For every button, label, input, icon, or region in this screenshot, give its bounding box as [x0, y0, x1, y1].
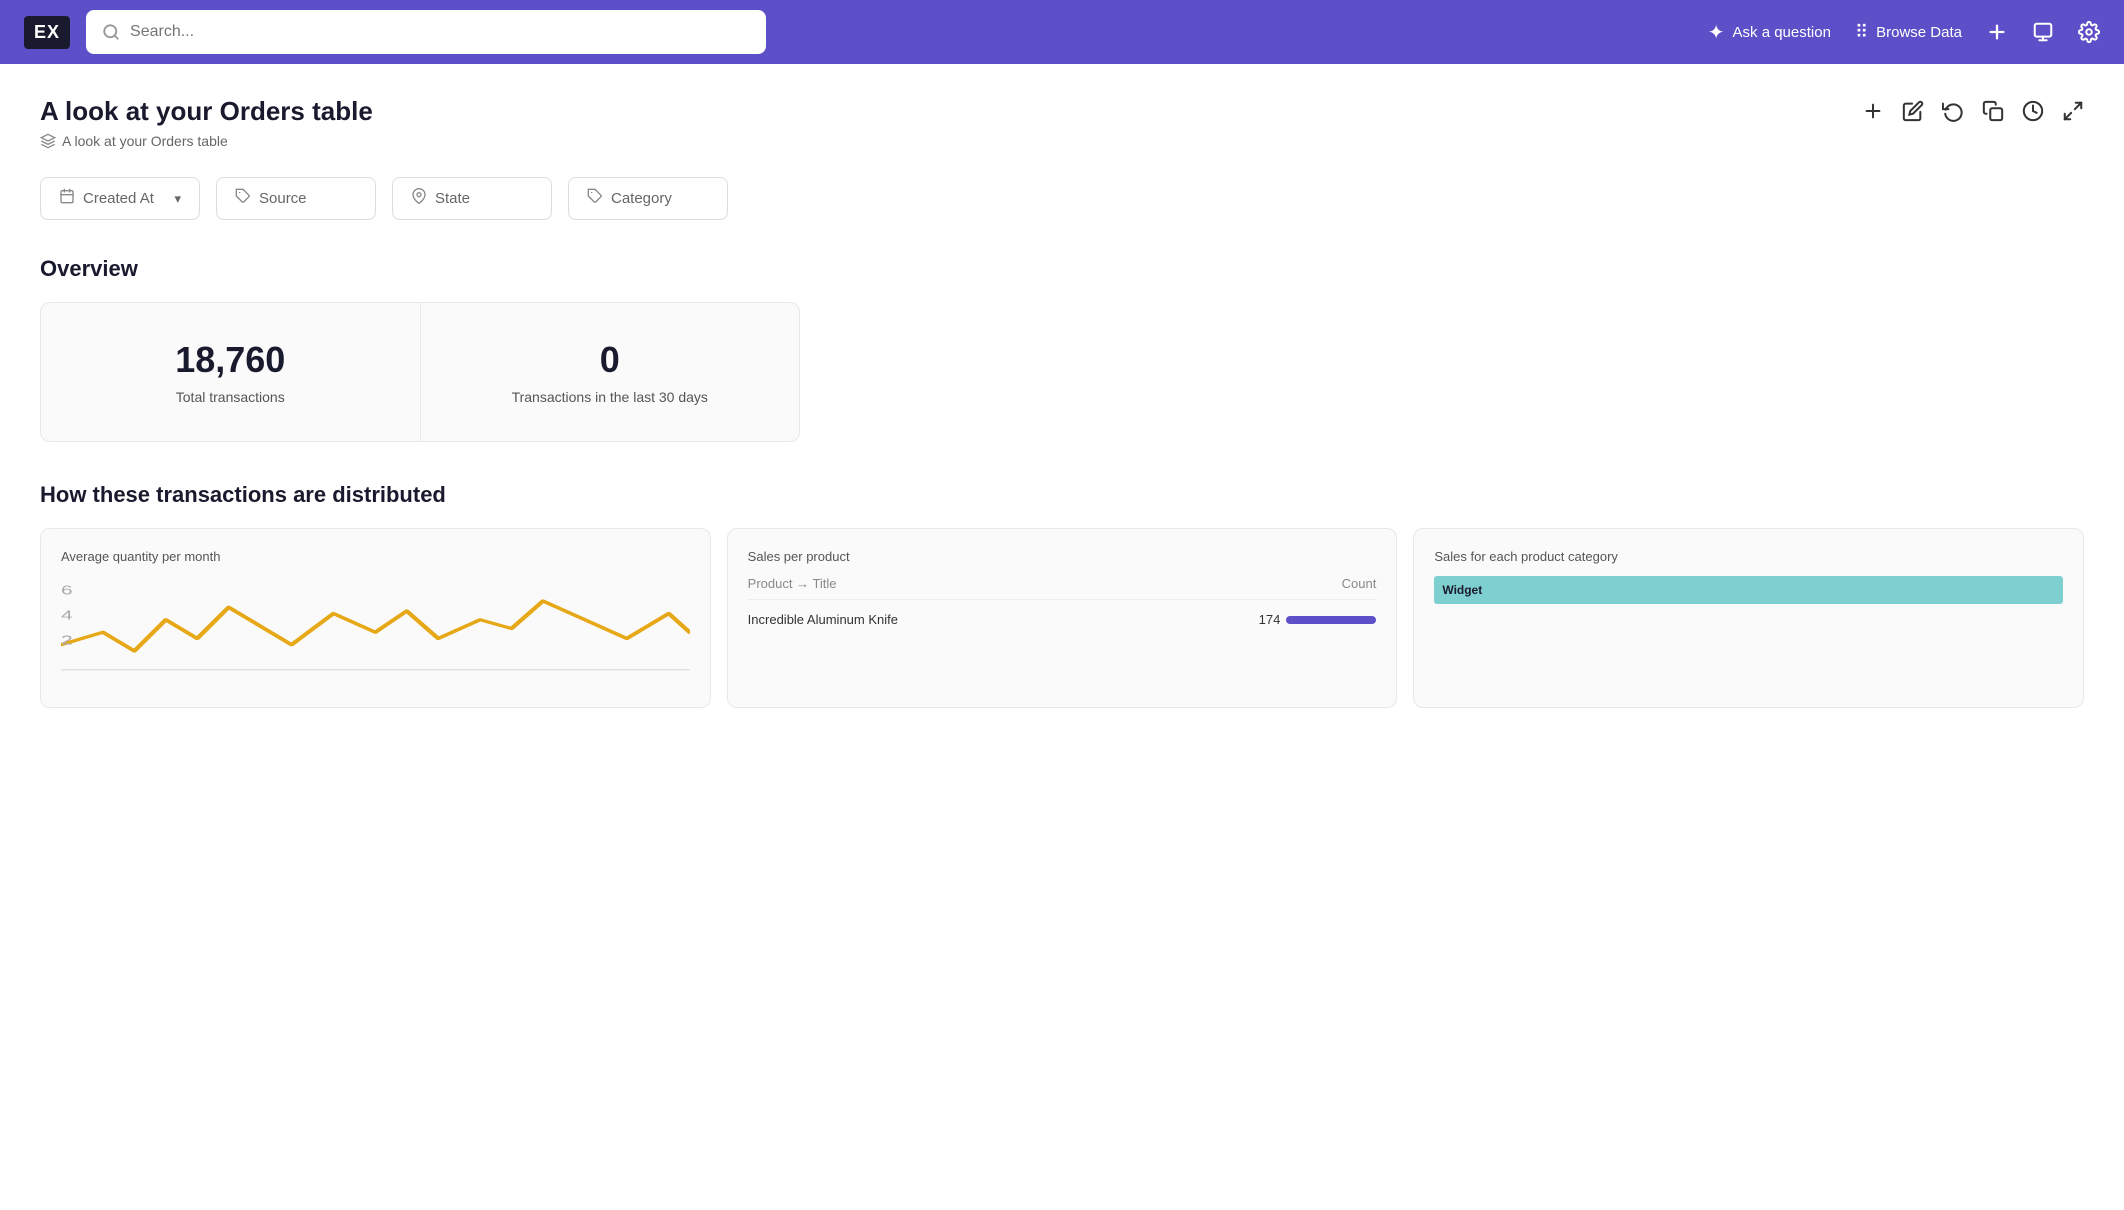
col-count: Count	[1342, 576, 1377, 591]
filter-state[interactable]: State	[392, 177, 552, 220]
avg-qty-title: Average quantity per month	[61, 549, 690, 564]
svg-text:2: 2	[61, 633, 73, 647]
tag-icon-source	[235, 188, 251, 209]
sales-table-header: Product → Title Count	[748, 576, 1377, 600]
filter-created-at[interactable]: Created At ▾	[40, 177, 200, 220]
search-icon	[102, 23, 120, 41]
stat-total-label: Total transactions	[73, 389, 388, 405]
page-title: A look at your Orders table	[40, 96, 373, 127]
category-bar-widget: Widget	[1434, 576, 2063, 604]
fullscreen-icon[interactable]	[2062, 100, 2084, 128]
tag-icon-category	[587, 188, 603, 209]
ask-question-button[interactable]: ✦ Ask a question	[1708, 20, 1831, 45]
sales-category-title: Sales for each product category	[1434, 549, 2063, 564]
line-chart-svg: 6 4 2	[61, 576, 690, 676]
filter-created-at-label: Created At	[83, 190, 154, 207]
stat-total-transactions: 18,760 Total transactions	[41, 303, 420, 441]
filter-source[interactable]: Source	[216, 177, 376, 220]
filter-bar: Created At ▾ Source State Category	[40, 177, 2084, 220]
row-value: 174	[1250, 612, 1280, 627]
main-content: A look at your Orders table A look at yo…	[0, 64, 2124, 1210]
overview-heading: Overview	[40, 256, 2084, 282]
app-logo: EX	[24, 16, 70, 49]
bar-container: 174	[1250, 612, 1376, 627]
stat-recent-transactions: 0 Transactions in the last 30 days	[420, 303, 800, 441]
settings-icon[interactable]	[2078, 21, 2100, 43]
copy-icon[interactable]	[1982, 100, 2004, 128]
chevron-down-icon: ▾	[174, 191, 181, 207]
search-input[interactable]	[130, 23, 750, 41]
filter-category[interactable]: Category	[568, 177, 728, 220]
filter-category-label: Category	[611, 190, 672, 207]
bar-visual	[1286, 616, 1376, 624]
browse-data-button[interactable]: ⠿ Browse Data	[1855, 22, 1962, 43]
clock-icon[interactable]	[2022, 100, 2044, 128]
stat-recent-value: 0	[453, 339, 768, 381]
nav-right-actions: ✦ Ask a question ⠿ Browse Data	[1708, 20, 2100, 45]
stat-cards: 18,760 Total transactions 0 Transactions…	[40, 302, 800, 442]
sales-product-chart-card: Sales per product Product → Title Count …	[727, 528, 1398, 708]
chart-cards: Average quantity per month 6 4 2 Sales p…	[40, 528, 2084, 708]
map-pin-icon	[411, 188, 427, 209]
grid-icon: ⠿	[1855, 22, 1868, 43]
sales-category-chart-card: Sales for each product category Widget	[1413, 528, 2084, 708]
subtitle-text: A look at your Orders table	[62, 133, 228, 149]
stat-total-value: 18,760	[73, 339, 388, 381]
row-label: Incredible Aluminum Knife	[748, 612, 898, 627]
stat-recent-label: Transactions in the last 30 days	[453, 389, 768, 405]
add-to-dashboard-icon[interactable]	[1862, 100, 1884, 128]
filter-source-label: Source	[259, 190, 307, 207]
page-subtitle: A look at your Orders table	[40, 133, 373, 149]
svg-text:4: 4	[61, 608, 73, 622]
col-product-title: Product → Title	[748, 576, 837, 591]
page-header-actions	[1862, 96, 2084, 128]
layers-icon	[40, 133, 56, 149]
table-row: Incredible Aluminum Knife 174	[748, 606, 1377, 633]
top-navigation: EX ✦ Ask a question ⠿ Browse Data	[0, 0, 2124, 64]
calendar-icon	[59, 188, 75, 209]
filter-state-label: State	[435, 190, 470, 207]
display-button[interactable]	[2032, 21, 2054, 43]
refresh-icon[interactable]	[1942, 100, 1964, 128]
search-bar[interactable]	[86, 10, 766, 54]
page-header: A look at your Orders table A look at yo…	[40, 96, 2084, 149]
edit-icon[interactable]	[1902, 100, 1924, 128]
page-title-block: A look at your Orders table A look at yo…	[40, 96, 373, 149]
sales-product-title: Sales per product	[748, 549, 1377, 564]
plus-icon: ✦	[1708, 20, 1725, 45]
distribution-heading: How these transactions are distributed	[40, 482, 2084, 508]
avg-qty-chart-card: Average quantity per month 6 4 2	[40, 528, 711, 708]
svg-text:6: 6	[61, 583, 73, 597]
add-button[interactable]	[1986, 21, 2008, 43]
